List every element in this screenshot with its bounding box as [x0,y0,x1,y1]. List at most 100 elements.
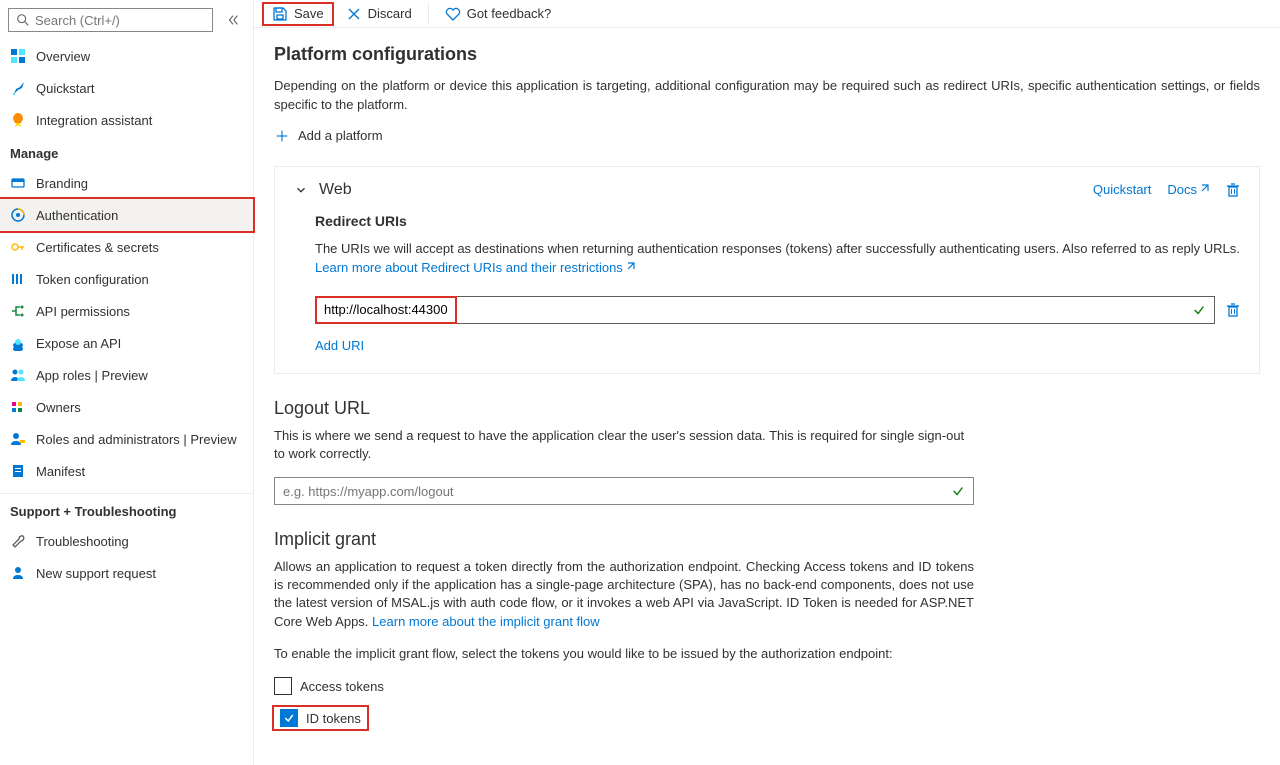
sidebar-item-label: Roles and administrators | Preview [36,432,237,447]
sidebar-item-label: Certificates & secrets [36,240,159,255]
wrench-icon [10,533,26,549]
logout-url-input[interactable] [283,484,965,499]
implicit-learn-link[interactable]: Learn more about the implicit grant flow [372,614,600,629]
sidebar-item-expose-api[interactable]: Expose an API [0,327,253,359]
sidebar-item-authentication[interactable]: Authentication [0,199,253,231]
sidebar-item-label: Integration assistant [36,113,152,128]
sidebar-item-label: Manifest [36,464,85,479]
platform-config-title: Platform configurations [274,44,1260,65]
sidebar-item-label: Owners [36,400,81,415]
logout-desc: This is where we send a request to have … [274,427,974,463]
search-input[interactable] [35,13,206,28]
external-link-icon [1199,184,1209,194]
feedback-label: Got feedback? [467,6,552,21]
sidebar-item-overview[interactable]: Overview [0,40,253,72]
platform-title-web: Web [319,181,1083,199]
discard-button[interactable]: Discard [338,2,420,26]
sidebar-item-new-support[interactable]: New support request [0,557,253,589]
manifest-icon [10,463,26,479]
search-box[interactable] [8,8,213,32]
sidebar-item-label: Branding [36,176,88,191]
app-roles-icon [10,367,26,383]
token-icon [10,271,26,287]
discard-label: Discard [368,6,412,21]
search-icon [15,12,31,28]
redirect-uris-desc: The URIs we will accept as destinations … [315,239,1241,278]
toolbar: Save Discard Got feedback? [254,0,1280,28]
check-icon [951,484,965,498]
key-icon [10,239,26,255]
implicit-desc: Allows an application to request a token… [274,558,974,631]
sidebar-item-app-roles[interactable]: App roles | Preview [0,359,253,391]
redirect-uri-input-wrapper [315,296,1215,324]
sidebar-item-troubleshooting[interactable]: Troubleshooting [0,525,253,557]
quickstart-icon [10,80,26,96]
sidebar-item-manifest[interactable]: Manifest [0,455,253,487]
rocket-icon [10,112,26,128]
sidebar-item-label: API permissions [36,304,130,319]
add-platform-button[interactable]: Add a platform [274,128,1260,144]
access-tokens-checkbox[interactable] [274,677,292,695]
sidebar-item-label: App roles | Preview [36,368,148,383]
logout-input-wrapper [274,477,974,505]
sidebar-group-manage: Manage [0,136,253,167]
delete-uri-button[interactable] [1225,302,1241,318]
plus-icon [274,128,290,144]
expose-api-icon [10,335,26,351]
sidebar-group-support: Support + Troubleshooting [0,493,253,525]
add-platform-label: Add a platform [298,128,383,143]
sidebar-item-label: New support request [36,566,156,581]
roles-admins-icon [10,431,26,447]
access-tokens-checkbox-row[interactable]: Access tokens [274,677,1260,695]
id-tokens-label: ID tokens [306,711,361,726]
platform-config-desc: Depending on the platform or device this… [274,77,1260,113]
implicit-enable-desc: To enable the implicit grant flow, selec… [274,645,974,663]
sidebar-item-label: Expose an API [36,336,121,351]
heart-icon [445,6,461,22]
toolbar-separator [428,4,429,24]
sidebar: Overview Quickstart Integration assistan… [0,0,254,765]
sidebar-item-certificates[interactable]: Certificates & secrets [0,231,253,263]
sidebar-item-quickstart[interactable]: Quickstart [0,72,253,104]
sidebar-item-label: Authentication [36,208,118,223]
collapse-sidebar-button[interactable] [221,8,245,32]
save-label: Save [294,6,324,21]
main-content: Save Discard Got feedback? Platform conf… [254,0,1280,765]
api-permissions-icon [10,303,26,319]
id-tokens-checkbox-row[interactable]: ID tokens [274,707,367,729]
overview-icon [10,48,26,64]
logout-title: Logout URL [274,398,1260,419]
close-icon [346,6,362,22]
implicit-title: Implicit grant [274,529,1260,550]
redirect-uris-title: Redirect URIs [315,213,1241,229]
redirect-uri-input[interactable] [324,302,1206,317]
delete-platform-button[interactable] [1225,182,1241,198]
save-icon [272,6,288,22]
platform-card-web: Web Quickstart Docs Redirect URIs The UR… [274,166,1260,374]
owners-icon [10,399,26,415]
sidebar-item-token-config[interactable]: Token configuration [0,263,253,295]
id-tokens-checkbox[interactable] [280,709,298,727]
feedback-button[interactable]: Got feedback? [437,2,560,26]
branding-icon [10,175,26,191]
docs-link[interactable]: Docs [1167,182,1209,197]
sidebar-item-label: Token configuration [36,272,149,287]
sidebar-item-label: Overview [36,49,90,64]
sidebar-item-label: Troubleshooting [36,534,129,549]
sidebar-item-branding[interactable]: Branding [0,167,253,199]
redirect-learn-link[interactable]: Learn more about Redirect URIs and their… [315,260,635,275]
chevron-down-icon[interactable] [293,182,309,198]
sidebar-item-label: Quickstart [36,81,95,96]
sidebar-item-owners[interactable]: Owners [0,391,253,423]
sidebar-item-api-permissions[interactable]: API permissions [0,295,253,327]
save-button[interactable]: Save [262,2,334,26]
sidebar-item-roles-admins[interactable]: Roles and administrators | Preview [0,423,253,455]
external-link-icon [625,262,635,272]
check-icon [1192,303,1206,317]
add-uri-button[interactable]: Add URI [315,338,1241,353]
authentication-icon [10,207,26,223]
support-icon [10,565,26,581]
quickstart-link[interactable]: Quickstart [1093,182,1152,197]
access-tokens-label: Access tokens [300,679,384,694]
sidebar-item-integration[interactable]: Integration assistant [0,104,253,136]
